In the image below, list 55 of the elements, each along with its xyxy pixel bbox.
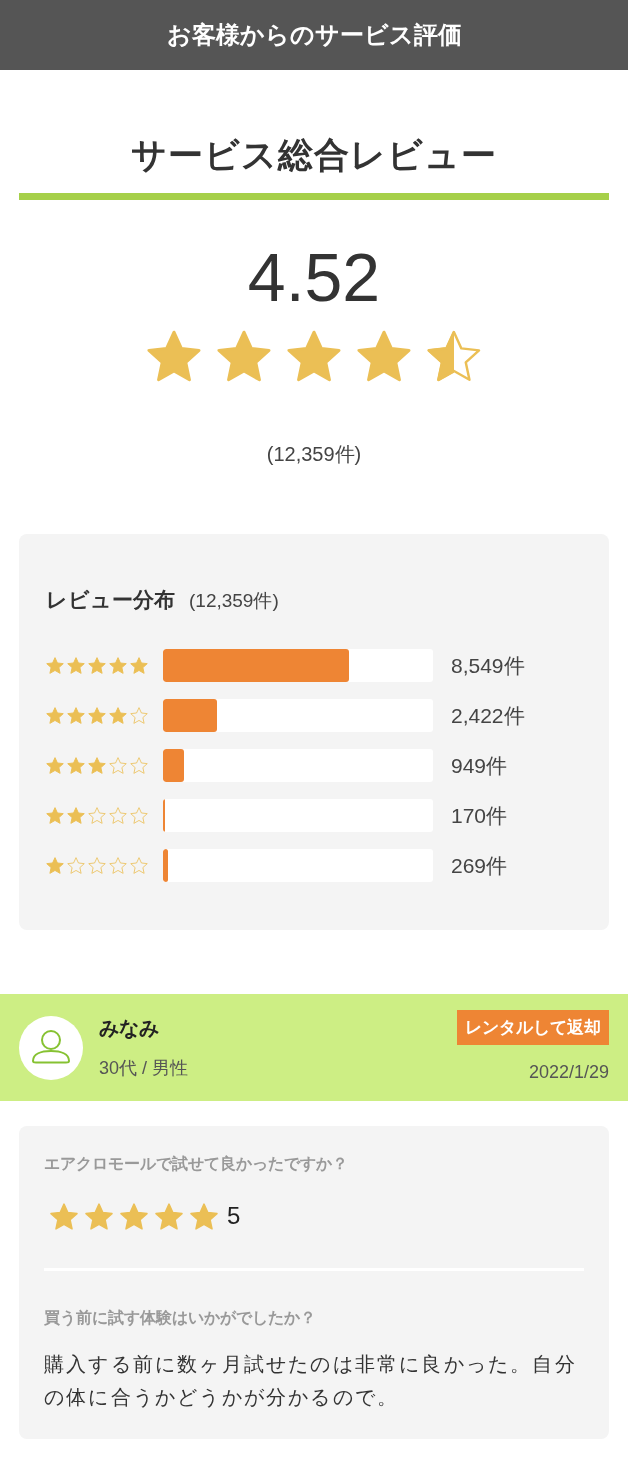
reviewer-info: 30代 / 男性 (99, 1056, 190, 1080)
rating-count: 949件 (451, 752, 508, 779)
empty-star-icon (109, 807, 127, 824)
empty-star-icon (109, 857, 127, 874)
star-icon (147, 330, 201, 382)
star-icon (190, 1202, 218, 1230)
rating-count: 2,422件 (451, 702, 525, 729)
star-icon (46, 807, 64, 824)
star-icon (88, 707, 106, 724)
question-text: 買う前に試す体験はいかがでしたか？ (44, 1308, 317, 1329)
rating-count: 269件 (451, 852, 508, 879)
empty-star-icon (130, 757, 148, 774)
empty-star-icon (130, 857, 148, 874)
question-text: エアクロモールで試せて良かったですか？ (44, 1154, 349, 1174)
half-star-icon (427, 330, 481, 382)
average-score: 4.52 (247, 242, 381, 312)
empty-star-icon (67, 857, 85, 874)
star-icon (155, 1202, 183, 1230)
star-icon (357, 330, 411, 382)
star-icon (46, 757, 64, 774)
star-icon (109, 657, 127, 674)
star-icon (46, 707, 64, 724)
review-count: (12,359件) (266, 442, 362, 467)
review-date: 2022/1/29 (528, 1061, 609, 1084)
star-icon (88, 757, 106, 774)
star-icon (88, 657, 106, 674)
star-icon (217, 330, 271, 382)
answer-text: 購入する前に数ヶ月試せたのは非常に良かった。自分の体に合うかどうかが分かるので。 (44, 1352, 578, 1410)
rating-value: 5 (227, 1202, 241, 1230)
star-icon (67, 657, 85, 674)
rating-count: 170件 (451, 802, 508, 829)
star-icon (67, 757, 85, 774)
empty-star-icon (109, 757, 127, 774)
star-icon (67, 707, 85, 724)
distribution-count: (12,359件) (189, 589, 279, 613)
header-title: お客様からのサービス評価 (166, 20, 462, 50)
section-title: サービス総合レビュー (131, 134, 497, 176)
star-icon (120, 1202, 148, 1230)
distribution-title: レビュー分布 (46, 587, 175, 613)
star-icon (46, 657, 64, 674)
reviewer-name: みなみ (99, 1015, 160, 1041)
star-icon (287, 330, 341, 382)
star-icon (46, 857, 64, 874)
empty-star-icon (88, 857, 106, 874)
star-icon (67, 807, 85, 824)
star-icon (85, 1202, 113, 1230)
rating-count: 8,549件 (451, 652, 525, 679)
avatar-icon (19, 1015, 83, 1080)
star-icon (109, 707, 127, 724)
star-icon (130, 657, 148, 674)
status-badge: レンタルして返却 (457, 1010, 609, 1045)
empty-star-icon (130, 707, 148, 724)
star-icon (50, 1202, 78, 1230)
empty-star-icon (130, 807, 148, 824)
empty-star-icon (88, 807, 106, 824)
